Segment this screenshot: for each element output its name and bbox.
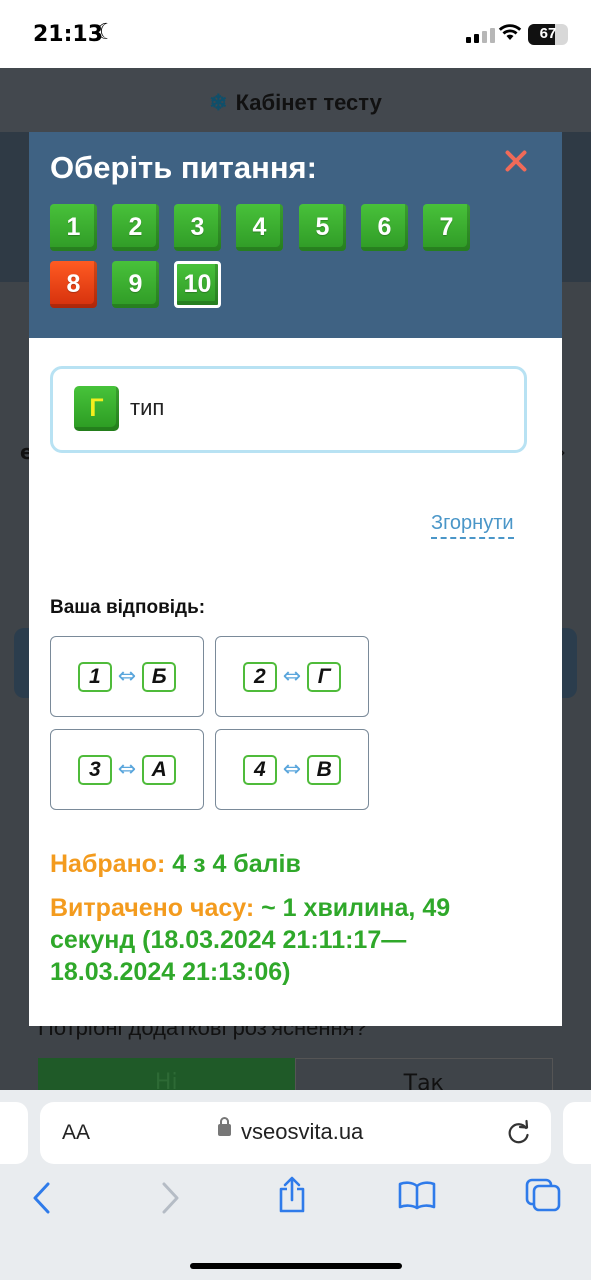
pair-left: 4: [242, 754, 277, 785]
question-button-3[interactable]: 3: [174, 204, 221, 251]
double-arrow-icon: ⇔: [117, 664, 137, 689]
question-button-8[interactable]: 8: [50, 261, 97, 308]
time-spent-line: Витрачено часу: ~ 1 хвилина, 49 секунд (…: [50, 892, 520, 988]
answer-letter-badge: Г: [74, 386, 119, 431]
answer-pair-3: 3 ⇔ А: [50, 729, 204, 810]
browser-chrome: AA vseosvita.ua: [0, 1090, 591, 1280]
question-button-1[interactable]: 1: [50, 204, 97, 251]
moon-icon: ☾: [96, 20, 116, 45]
answer-option-card: Г тип: [50, 366, 527, 453]
background-title: ❄ Кабінет тесту: [0, 90, 591, 116]
your-answer-label: Ваша відповідь:: [50, 597, 206, 618]
double-arrow-icon: ⇔: [282, 757, 302, 782]
tabs-icon[interactable]: [525, 1178, 561, 1212]
modal-title: Оберіть питання:: [50, 150, 317, 185]
cellular-signal-icon: [466, 28, 495, 43]
close-icon[interactable]: [501, 146, 531, 176]
back-icon[interactable]: [32, 1182, 52, 1214]
double-arrow-icon: ⇔: [282, 664, 302, 689]
browser-toolbar: [0, 1172, 591, 1232]
status-bar: 21:13 ☾ 67: [0, 0, 591, 68]
pair-right: Г: [307, 661, 342, 692]
pair-left: 2: [242, 661, 277, 692]
time-label: Витрачено часу:: [50, 894, 255, 922]
pair-right: В: [307, 754, 342, 785]
pair-left: 1: [77, 661, 112, 692]
double-arrow-icon: ⇔: [117, 757, 137, 782]
reload-icon[interactable]: [506, 1118, 532, 1146]
question-button-5[interactable]: 5: [299, 204, 346, 251]
pair-left: 3: [77, 754, 112, 785]
modal-header: Оберіть питання: 1 2 3 4 5 6 7 8 9 10: [29, 132, 562, 338]
battery-icon: 67: [528, 24, 568, 45]
bookmarks-icon[interactable]: [398, 1180, 436, 1210]
forward-icon[interactable]: [160, 1182, 180, 1214]
answer-pair-4: 4 ⇔ В: [215, 729, 369, 810]
answer-pair-2: 2 ⇔ Г: [215, 636, 369, 717]
home-indicator[interactable]: [190, 1263, 402, 1269]
score-value: 4 з 4 балів: [172, 850, 301, 878]
question-modal: Оберіть питання: 1 2 3 4 5 6 7 8 9 10 Г …: [29, 132, 562, 1026]
question-button-10[interactable]: 10: [174, 261, 221, 308]
question-button-9[interactable]: 9: [112, 261, 159, 308]
battery-level: 67: [539, 25, 557, 42]
pair-right: А: [142, 754, 177, 785]
answer-pair-1: 1 ⇔ Б: [50, 636, 204, 717]
snowflake-logo-icon: ❄: [209, 90, 228, 115]
status-time: 21:13: [33, 22, 104, 47]
address-bar[interactable]: AA vseosvita.ua: [40, 1102, 551, 1164]
next-tab-preview[interactable]: [563, 1102, 591, 1164]
url-text: vseosvita.ua: [241, 1119, 364, 1144]
background-title-text: Кабінет тесту: [235, 90, 382, 115]
collapse-link[interactable]: Згорнути: [431, 512, 514, 539]
question-button-6[interactable]: 6: [361, 204, 408, 251]
pair-right: Б: [142, 661, 177, 692]
score-label: Набрано:: [50, 850, 166, 878]
answer-option-text: тип: [130, 395, 165, 420]
text-size-button[interactable]: AA: [62, 1121, 90, 1145]
wifi-icon: [498, 24, 522, 40]
question-button-2[interactable]: 2: [112, 204, 159, 251]
score-line: Набрано: 4 з 4 балів: [50, 850, 301, 879]
previous-tab-preview[interactable]: [0, 1102, 28, 1164]
share-icon[interactable]: [277, 1176, 307, 1214]
question-button-4[interactable]: 4: [236, 204, 283, 251]
question-button-7[interactable]: 7: [423, 204, 470, 251]
lock-icon: [218, 1117, 231, 1136]
